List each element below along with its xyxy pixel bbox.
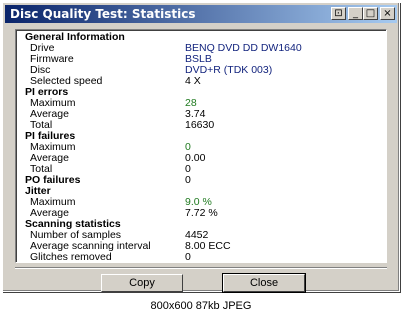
pin-icon[interactable]: ⊡ <box>331 7 346 20</box>
maximize-button[interactable]: □ <box>363 7 378 20</box>
minimize-button[interactable]: _ <box>348 7 363 20</box>
title-bar[interactable]: Disc Quality Test: Statistics ⊡ _ □ × <box>5 5 397 23</box>
close-button[interactable]: Close <box>222 273 306 293</box>
stat-value: 0 <box>185 251 191 263</box>
stat-value: 8.00 ECC <box>185 240 231 252</box>
stat-value: 16630 <box>185 119 215 131</box>
close-window-button[interactable]: × <box>380 7 395 20</box>
window-title: Disc Quality Test: Statistics <box>10 7 196 21</box>
statistics-window: Disc Quality Test: Statistics ⊡ _ □ × Ge… <box>2 2 400 293</box>
stat-value: 4 X <box>185 75 201 87</box>
divider <box>15 267 387 269</box>
copy-button[interactable]: Copy <box>101 274 183 292</box>
section-value: 0 <box>185 174 191 186</box>
stat-value: 7.72 % <box>185 207 218 219</box>
image-caption: 800x600 87kb JPEG <box>0 296 402 317</box>
stat-label: Glitches removed <box>30 251 112 263</box>
statistics-panel: General Information Drive BENQ DVD DD DW16… <box>15 29 387 263</box>
